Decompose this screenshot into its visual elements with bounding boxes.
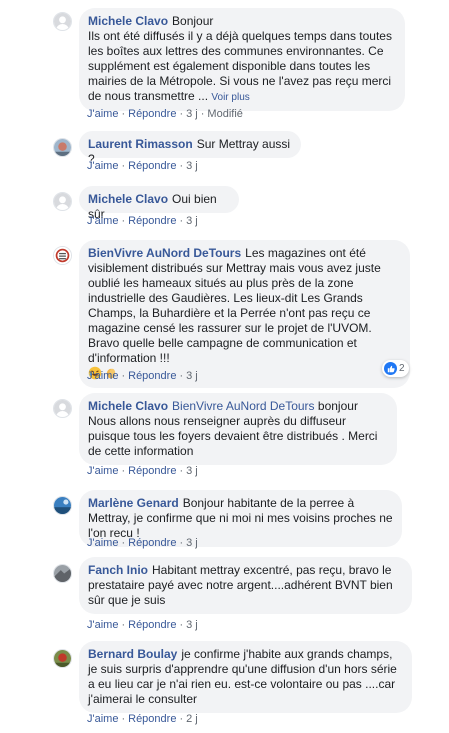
comment-bubble: Bernard Boulay je confirme j'habite aux g… (79, 641, 412, 713)
like-link[interactable]: J'aime (87, 160, 118, 172)
timestamp[interactable]: 3 j (186, 160, 198, 172)
comment-author[interactable]: Laurent Rimasson (88, 137, 193, 151)
avatar[interactable] (53, 649, 72, 668)
timestamp[interactable]: 3 j (186, 215, 198, 227)
comment-bubble: Laurent Rimasson Sur Mettray aussi ? (79, 131, 301, 166)
avatar[interactable] (53, 399, 72, 418)
user-photo-icon (54, 650, 71, 667)
comment-bubble: Fanch Inio Habitant mettray excentré, pas… (79, 557, 412, 614)
reply-link[interactable]: Répondre (128, 619, 176, 631)
comment-actions: J'aime · Répondre · 3 j (87, 160, 198, 172)
avatar[interactable] (53, 496, 72, 515)
user-photo-icon (54, 565, 71, 582)
comment-actions: J'aime · Répondre · 3 j (87, 619, 198, 631)
comment-author[interactable]: Marlène Genard (88, 496, 179, 510)
reply-link[interactable]: Répondre (128, 108, 176, 120)
avatar[interactable] (53, 138, 72, 157)
comment-author[interactable]: Bernard Boulay (88, 647, 177, 661)
comment-text: Les magazines ont été visiblement distri… (88, 246, 381, 365)
timestamp[interactable]: 3 j (186, 537, 198, 549)
comment-actions: J'aime · Répondre · 3 j (87, 537, 198, 549)
comment-actions: J'aime · Répondre · 3 j (87, 370, 198, 382)
comment-bubble: Michele Clavo Bonjour Ils ont été diffusé… (79, 8, 405, 111)
comment-actions: J'aime · Répondre · 2 j (87, 713, 198, 725)
timestamp[interactable]: 3 j (186, 108, 198, 120)
comment-actions: J'aime · Répondre · 3 j (87, 465, 198, 477)
like-link[interactable]: J'aime (87, 370, 118, 382)
reply-link[interactable]: Répondre (128, 465, 176, 477)
avatar[interactable] (53, 246, 72, 265)
page-logo-icon (54, 247, 71, 264)
reply-link[interactable]: Répondre (128, 370, 176, 382)
default-avatar-icon (54, 400, 71, 417)
timestamp[interactable]: 2 j (186, 713, 198, 725)
user-photo-icon (54, 139, 71, 156)
reply-link[interactable]: Répondre (128, 160, 176, 172)
comment-author[interactable]: Michele Clavo (88, 399, 168, 413)
comment-author[interactable]: Michele Clavo (88, 14, 168, 28)
like-link[interactable]: J'aime (87, 465, 118, 477)
comment-author[interactable]: Fanch Inio (88, 563, 148, 577)
like-link[interactable]: J'aime (87, 108, 118, 120)
see-more-link[interactable]: Voir plus (211, 92, 249, 103)
comment-author[interactable]: BienVivre AuNord DeTours (88, 246, 241, 260)
comment-bubble: BienVivre AuNord DeTours Les magazines on… (79, 240, 410, 388)
comment-author[interactable]: Michele Clavo (88, 192, 168, 206)
default-avatar-icon (54, 13, 71, 30)
edited-label: Modifié (207, 108, 243, 120)
timestamp[interactable]: 3 j (186, 619, 198, 631)
reply-link[interactable]: Répondre (128, 537, 176, 549)
default-avatar-icon (54, 193, 71, 210)
like-link[interactable]: J'aime (87, 713, 118, 725)
avatar[interactable] (53, 12, 72, 31)
reaction-count: 2 (399, 363, 405, 374)
mention-link[interactable]: BienVivre AuNord DeTours (172, 399, 315, 413)
comment-bubble: Michele Clavo Oui bien sûr (79, 186, 239, 221)
like-link[interactable]: J'aime (87, 215, 118, 227)
avatar[interactable] (53, 192, 72, 211)
like-link[interactable]: J'aime (87, 619, 118, 631)
user-photo-icon (54, 497, 71, 514)
timestamp[interactable]: 3 j (186, 465, 198, 477)
reply-link[interactable]: Répondre (128, 713, 176, 725)
comment-actions: J'aime · Répondre · 3 j · Modifié (87, 108, 243, 120)
like-reaction-icon (384, 362, 397, 375)
like-link[interactable]: J'aime (87, 537, 118, 549)
timestamp[interactable]: 3 j (186, 370, 198, 382)
reaction-summary[interactable]: 2 (382, 360, 409, 377)
reply-link[interactable]: Répondre (128, 215, 176, 227)
avatar[interactable] (53, 564, 72, 583)
comment-actions: J'aime · Répondre · 3 j (87, 215, 198, 227)
comment-bubble: Michele Clavo BienVivre AuNord DeTours bo… (79, 393, 397, 465)
